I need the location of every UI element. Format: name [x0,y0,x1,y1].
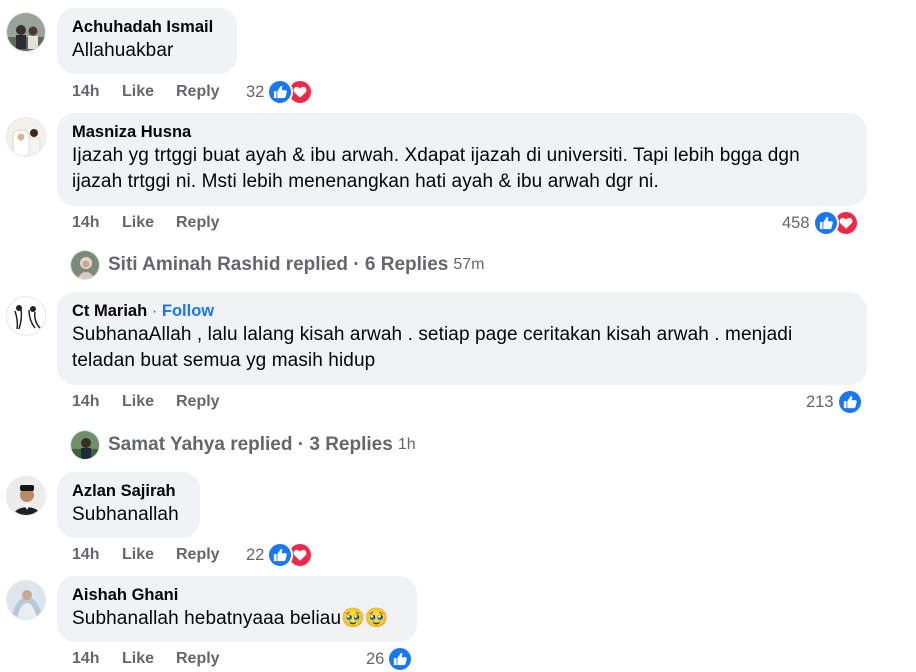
comment-author[interactable]: Azlan Sajirah [72,481,185,502]
reaction-summary[interactable]: 458 [782,210,859,236]
replies-label: replied · 3 Replies [230,434,393,455]
separator: · [151,302,158,320]
comment-text: Allahuakbar [72,40,174,61]
like-icon [836,389,863,415]
comment-time[interactable]: 14h [72,391,100,413]
like-button[interactable]: Like [122,81,154,103]
comment-text-line: SubhanaAllah , lalu lalang kisah arwah .… [72,324,793,345]
replier-avatar [70,250,100,280]
like-icon [267,542,294,568]
comment-text-line: teladan buat semua yg masih hidup [72,350,376,371]
comment-author[interactable]: Masniza Husna [72,122,852,143]
reply-button[interactable]: Reply [176,81,220,103]
avatar[interactable] [6,12,46,52]
reaction-count: 26 [366,649,385,668]
like-button[interactable]: Like [122,212,154,234]
replies-time: 1h [397,436,416,453]
avatar[interactable] [6,476,46,516]
like-button[interactable]: Like [122,544,154,566]
comment-time[interactable]: 14h [72,544,100,566]
comment-text-line: ijazah trtggi ni. Msti lebih menenangkan… [72,171,659,192]
comment-time[interactable]: 14h [72,212,100,234]
like-button[interactable]: Like [122,648,154,670]
comment-author[interactable]: Achuhadah Ismail [72,17,222,38]
replier-avatar [70,430,100,460]
like-icon [267,79,294,105]
like-icon [387,646,414,672]
comment-time[interactable]: 14h [72,648,100,670]
comment-author[interactable]: Aishah Ghani [72,585,402,606]
comment-text-row: Subhanallah hebatnyaaa beliau🥹🥹 [72,606,402,632]
reaction-summary[interactable]: 213 [806,389,863,415]
like-button[interactable]: Like [122,391,154,413]
reply-button[interactable]: Reply [176,544,220,566]
reaction-summary[interactable]: 22 [246,542,314,568]
reaction-summary[interactable]: 26 [366,646,414,672]
comment-bubble: Aishah Ghani Subhanallah hebatnyaaa beli… [57,576,417,642]
comment-author[interactable]: Ct Mariah [72,302,147,320]
comment-bubble: Azlan Sajirah Subhanallah [57,472,200,538]
reaction-count: 22 [246,545,265,564]
reaction-count: 213 [806,392,834,411]
reaction-count: 32 [246,82,265,101]
comment-text: Subhanallah [72,504,179,525]
comment-author-row: Ct Mariah · Follow [72,301,852,322]
avatar[interactable] [6,296,46,336]
view-replies-link[interactable]: Samat Yahya replied · 3 Replies 1h [70,430,416,460]
reply-button[interactable]: Reply [176,648,220,670]
reply-button[interactable]: Reply [176,212,220,234]
reaction-count: 458 [782,213,810,232]
view-replies-link[interactable]: Siti Aminah Rashid replied · 6 Replies 5… [70,250,484,280]
pleading-face-emoji: 🥹🥹 [341,608,389,629]
replier-name: Samat Yahya [108,434,225,455]
follow-button[interactable]: Follow [162,302,214,320]
comment-bubble: Ct Mariah · Follow SubhanaAllah , lalu l… [57,292,867,385]
replies-label: replied · 6 Replies [285,254,449,275]
replier-name: Siti Aminah Rashid [108,254,281,275]
comment-time[interactable]: 14h [72,81,100,103]
comment-bubble: Masniza Husna Ijazah yg trtggi buat ayah… [57,113,867,206]
reaction-summary[interactable]: 32 [246,79,314,105]
reply-button[interactable]: Reply [176,391,220,413]
avatar[interactable] [6,580,46,620]
like-icon [812,210,839,236]
comment-text-line: Ijazah yg trtggi buat ayah & ibu arwah. … [72,145,800,166]
replies-time: 57m [453,256,485,273]
avatar[interactable] [6,117,46,157]
comment-bubble: Achuhadah Ismail Allahuakbar [57,8,237,74]
comment-text: Subhanallah hebatnyaaa beliau [72,608,342,629]
